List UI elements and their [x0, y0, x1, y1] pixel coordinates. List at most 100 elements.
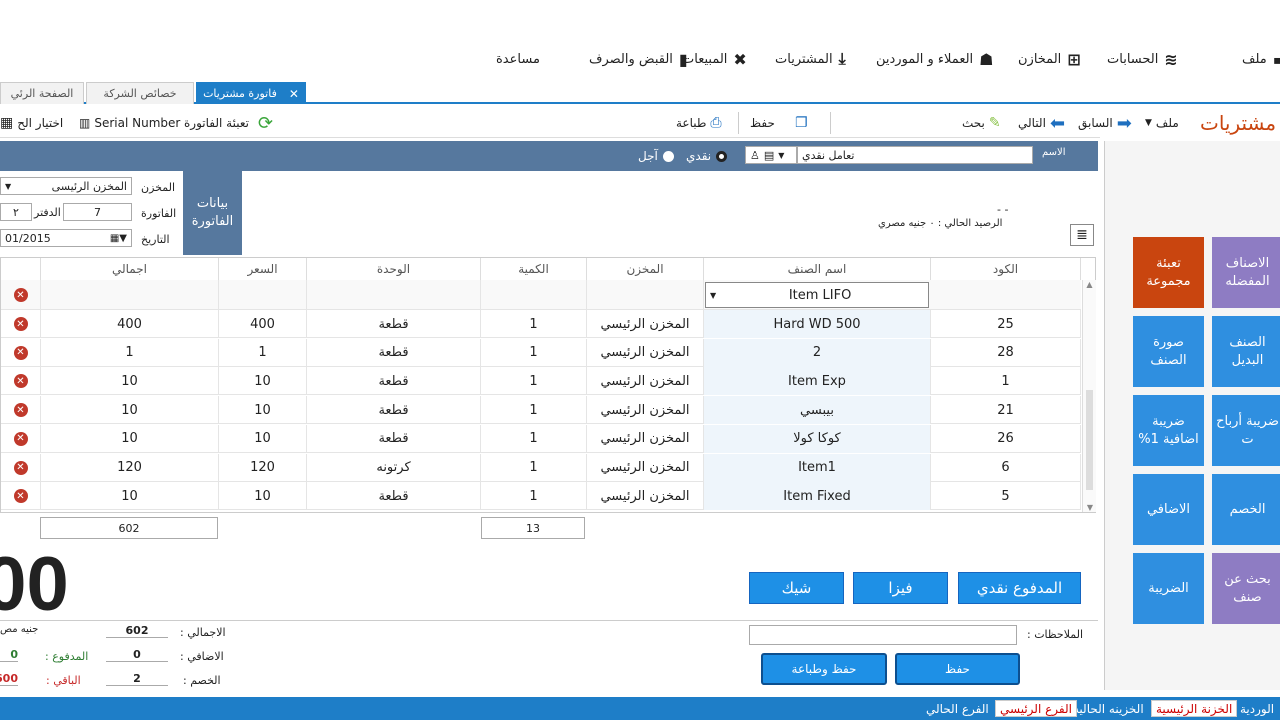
- cell-qty[interactable]: 1: [481, 482, 587, 511]
- menu-help[interactable]: مساعدة: [496, 50, 540, 68]
- scroll-up-arrow[interactable]: ▲: [1083, 280, 1096, 289]
- side-button[interactable]: الاصناف المفضله: [1212, 237, 1280, 308]
- side-button[interactable]: صورة الصنف: [1133, 316, 1204, 387]
- menu-file[interactable]: ▬ملف: [1242, 50, 1280, 69]
- cell-price[interactable]: 10: [219, 424, 307, 453]
- cell-name[interactable]: Item1: [704, 453, 931, 482]
- customer-tools[interactable]: ♙ ▤ ▼: [745, 146, 797, 164]
- cell-code[interactable]: 21: [931, 396, 1081, 425]
- fill-invoice-button[interactable]: تعبئة الفاتورة: [184, 114, 249, 132]
- book-field[interactable]: ٢: [0, 203, 32, 221]
- tab-company[interactable]: خصائص الشركة: [86, 82, 194, 104]
- side-button[interactable]: ضريبة اضافية 1%: [1133, 395, 1204, 466]
- cell-total[interactable]: 10: [41, 424, 219, 453]
- cell-store[interactable]: المخزن الرئيسي: [587, 338, 704, 367]
- cell-total[interactable]: 120: [41, 453, 219, 482]
- table-row[interactable]: ✕ 10 10 قطعة 1 المخزن الرئيسي بيبسي 21: [1, 396, 1081, 425]
- cell-price[interactable]: 1: [219, 338, 307, 367]
- cell-store[interactable]: المخزن الرئيسي: [587, 453, 704, 482]
- tab-home[interactable]: الصفحة الرئي: [0, 82, 84, 104]
- menu-stores[interactable]: ⊞ المخازن: [1018, 50, 1081, 69]
- print-button[interactable]: ⎙ طباعة: [676, 114, 722, 132]
- next-button[interactable]: ⬅ التالي: [1018, 113, 1065, 134]
- credit-radio[interactable]: آجل: [638, 149, 674, 163]
- delete-icon[interactable]: ✕: [1, 310, 41, 338]
- delete-icon[interactable]: ✕: [1, 424, 41, 453]
- check-button[interactable]: شيك: [749, 572, 844, 604]
- delete-icon[interactable]: ✕: [1, 367, 41, 396]
- cell-total[interactable]: 400: [41, 310, 219, 338]
- visa-button[interactable]: فيزا: [853, 572, 948, 604]
- cell-qty[interactable]: 1: [481, 310, 587, 338]
- delete-icon[interactable]: ✕: [1, 396, 41, 425]
- cell-unit[interactable]: قطعة: [307, 310, 481, 338]
- cell-code[interactable]: 5: [931, 482, 1081, 511]
- cell-unit[interactable]: كرتونه: [307, 453, 481, 482]
- cell-store[interactable]: المخزن الرئيسي: [587, 424, 704, 453]
- cell-name[interactable]: Item Fixed: [704, 482, 931, 511]
- side-button[interactable]: الخصم: [1212, 474, 1280, 545]
- search-button[interactable]: ✎ بحث: [962, 114, 1001, 132]
- cell-total[interactable]: 10: [41, 482, 219, 511]
- copy-button[interactable]: ❐: [795, 114, 808, 132]
- cell-store[interactable]: المخزن الرئيسي: [587, 396, 704, 425]
- date-field[interactable]: 01/2015 ▦▼: [0, 229, 132, 247]
- cell-name[interactable]: بيبسي: [704, 396, 931, 425]
- choose-button[interactable]: اختيار الح ▦: [0, 114, 63, 132]
- save-bottom-button[interactable]: حفظ: [895, 653, 1020, 685]
- cell-name[interactable]: 2: [704, 338, 931, 367]
- cell-code[interactable]: 28: [931, 338, 1081, 367]
- side-button[interactable]: ضريبة أرباح ت: [1212, 395, 1280, 466]
- side-button[interactable]: الصنف البديل: [1212, 316, 1280, 387]
- cell-code[interactable]: 1: [931, 367, 1081, 396]
- cell-unit[interactable]: قطعة: [307, 367, 481, 396]
- cell-name[interactable]: Hard WD 500: [704, 310, 931, 338]
- cell-total[interactable]: 1: [41, 338, 219, 367]
- table-row[interactable]: ✕ 10 10 قطعة 1 المخزن الرئيسي Item Exp 1: [1, 367, 1081, 396]
- cell-store[interactable]: المخزن الرئيسي: [587, 367, 704, 396]
- cell-store[interactable]: المخزن الرئيسي: [587, 482, 704, 511]
- scroll-down-arrow[interactable]: ▼: [1083, 503, 1097, 512]
- cash-paid-button[interactable]: المدفوع نقدي: [958, 572, 1081, 604]
- notes-field[interactable]: [749, 625, 1017, 645]
- cell-qty[interactable]: 1: [481, 453, 587, 482]
- cell-name[interactable]: كوكا كولا: [704, 424, 931, 453]
- cell-qty[interactable]: 1: [481, 396, 587, 425]
- cell-unit[interactable]: قطعة: [307, 424, 481, 453]
- table-row[interactable]: ✕ 400 400 قطعة 1 المخزن الرئيسي Hard WD 500 25: [1, 310, 1081, 338]
- tab-purchase-invoice[interactable]: فاتورة مشتريات ✕: [196, 82, 306, 104]
- cell-code[interactable]: 26: [931, 424, 1081, 453]
- cell-price[interactable]: 400: [219, 310, 307, 338]
- side-button[interactable]: بحث عن صنف: [1212, 553, 1280, 624]
- table-row[interactable]: ✕ 120 120 كرتونه 1 المخزن الرئيسي Item1 6: [1, 453, 1081, 482]
- save-print-button[interactable]: حفظ وطباعة: [761, 653, 887, 685]
- cell-code[interactable]: 25: [931, 310, 1081, 338]
- invoice-number-field[interactable]: 7: [63, 203, 132, 221]
- side-button[interactable]: تعبئة مجموعة: [1133, 237, 1204, 308]
- cell-price[interactable]: 10: [219, 396, 307, 425]
- delete-icon[interactable]: ✕: [1, 453, 41, 482]
- cell-price[interactable]: 10: [219, 482, 307, 511]
- table-row[interactable]: ✕ 10 10 قطعة 1 المخزن الرئيسي Item Fixed 5: [1, 482, 1081, 511]
- serial-number-button[interactable]: Serial Number ▥: [79, 114, 180, 132]
- cell-price[interactable]: 120: [219, 453, 307, 482]
- table-row[interactable]: ✕ 1 1 قطعة 1 المخزن الرئيسي 2 28: [1, 338, 1081, 367]
- menu-customers[interactable]: ☗ العملاء و الموردين: [876, 50, 994, 69]
- item-select[interactable]: ▼ Item LIFO: [705, 282, 929, 308]
- cell-unit[interactable]: قطعة: [307, 482, 481, 511]
- store-select[interactable]: ▼ المخزن الرئيسى: [0, 177, 132, 195]
- cash-radio[interactable]: نقدي: [686, 149, 728, 163]
- menu-receipts[interactable]: ▮ القبض والصرف: [589, 50, 688, 69]
- save-button[interactable]: حفظ: [750, 114, 775, 132]
- table-row[interactable]: ✕ 10 10 قطعة 1 المخزن الرئيسي كوكا كولا 26: [1, 424, 1081, 453]
- side-button[interactable]: الاضافي: [1133, 474, 1204, 545]
- scrollbar[interactable]: ▲ ▼: [1082, 280, 1096, 512]
- cell-qty[interactable]: 1: [481, 338, 587, 367]
- menu-purchases[interactable]: ⤓ المشتريات: [775, 49, 846, 68]
- cell-total[interactable]: 10: [41, 367, 219, 396]
- close-icon[interactable]: ✕: [289, 87, 299, 101]
- menu-sales[interactable]: ✖ المبيعات: [682, 50, 747, 69]
- list-icon[interactable]: ≣: [1070, 224, 1094, 246]
- cell-unit[interactable]: قطعة: [307, 338, 481, 367]
- file-dropdown[interactable]: ملف ▼: [1145, 114, 1179, 132]
